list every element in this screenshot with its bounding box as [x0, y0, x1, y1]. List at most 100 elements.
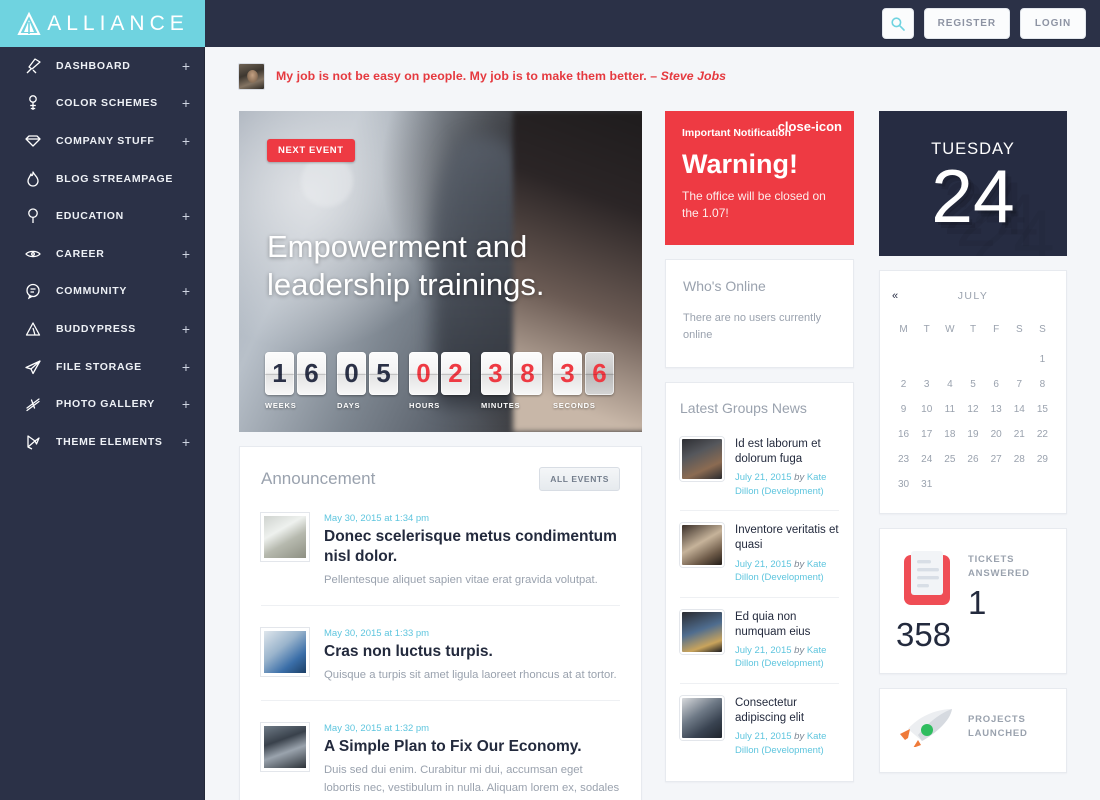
calendar-day-cell[interactable]: 19 [961, 422, 984, 447]
calendar-day-cell[interactable]: 26 [961, 447, 984, 472]
calendar-week-row: 2 3 4 5 6 7 8 [892, 372, 1054, 397]
quote-body: My job is not be easy on people. My job … [276, 69, 661, 83]
calendar-day-cell[interactable]: 23 [892, 447, 915, 472]
calendar-day-cell[interactable] [915, 347, 938, 372]
calendar-day-cell[interactable] [961, 472, 984, 497]
calendar-day-cell[interactable]: 12 [961, 397, 984, 422]
sidebar-item-company-stuff[interactable]: COMPANY STUFF + [0, 122, 204, 160]
page-title: Announcement [261, 469, 376, 488]
news-title[interactable]: Id est laborum et dolorum fuga [735, 437, 839, 467]
calendar-day-cell[interactable]: 5 [961, 372, 984, 397]
calendar-day-cell[interactable]: 2 [892, 372, 915, 397]
calendar-day-cell[interactable]: 21 [1008, 422, 1031, 447]
sidebar-item-photo-gallery[interactable]: PHOTO GALLERY + [0, 385, 204, 423]
calendar-day-cell[interactable]: 28 [1008, 447, 1031, 472]
calendar-day-cell[interactable]: 4 [938, 372, 961, 397]
sidebar-item-theme-elements[interactable]: THEME ELEMENTS + [0, 423, 204, 461]
notepad-icon [896, 547, 958, 614]
calendar-day-cell[interactable]: 3 [915, 372, 938, 397]
calendar-day-cell[interactable]: 15 [1031, 397, 1054, 422]
calendar-day-cell[interactable]: 14 [1008, 397, 1031, 422]
calendar-day-cell[interactable] [1008, 472, 1031, 497]
calendar-day-cell[interactable]: 24 [915, 447, 938, 472]
calendar-day-cell[interactable]: 7 [1008, 372, 1031, 397]
expander-icon[interactable]: + [182, 435, 190, 449]
calendar-day-cell[interactable]: 27 [985, 447, 1008, 472]
calendar-day-cell[interactable] [1031, 472, 1054, 497]
news-title[interactable]: Ed quia non numquam eius [735, 610, 839, 640]
announcement-item[interactable]: May 30, 2015 at 1:34 pm Donec scelerisqu… [261, 491, 620, 607]
sidebar-item-buddypress[interactable]: BUDDYPRESS + [0, 310, 204, 348]
calendar-day-cell[interactable]: 8 [1031, 372, 1054, 397]
calendar-day-cell[interactable]: 9 [892, 397, 915, 422]
calendar-day-cell[interactable] [985, 347, 1008, 372]
post-title[interactable]: Cras non luctus turpis. [324, 642, 620, 662]
calendar-day-cell[interactable]: 25 [938, 447, 961, 472]
calendar-day-cell[interactable]: 17 [915, 422, 938, 447]
list-item[interactable]: Ed quia non numquam eius July 21, 2015 b… [680, 598, 839, 684]
sidebar-item-education[interactable]: EDUCATION + [0, 197, 204, 235]
calendar-weekday-row: M T W T F S S [892, 317, 1054, 347]
expander-icon[interactable]: + [182, 134, 190, 148]
expander-icon[interactable]: + [182, 397, 190, 411]
all-events-button[interactable]: ALL EVENTS [539, 467, 620, 491]
calendar-day-cell[interactable]: 18 [938, 422, 961, 447]
close-icon[interactable]: close-icon [778, 120, 842, 133]
projects-launched-panel: PROJECTS LAUNCHED [879, 687, 1067, 773]
calendar-day-cell[interactable]: 22 [1031, 422, 1054, 447]
calendar-day-cell[interactable]: 31 [915, 472, 938, 497]
brand-logo[interactable]: ALLIANCE [0, 0, 205, 47]
calendar-day-cell[interactable] [1008, 347, 1031, 372]
calendar-day-cell[interactable] [961, 347, 984, 372]
expander-icon[interactable]: + [182, 96, 190, 110]
expander-icon[interactable]: + [182, 360, 190, 374]
sidebar-item-label: DASHBOARD [56, 59, 131, 72]
login-button[interactable]: LOGIN [1020, 8, 1086, 39]
expander-icon[interactable]: + [182, 322, 190, 336]
brand-name: ALLIANCE [47, 12, 189, 35]
sidebar-item-community[interactable]: COMMUNITY + [0, 273, 204, 311]
list-item[interactable]: Id est laborum et dolorum fuga July 21, … [680, 425, 839, 512]
expander-icon[interactable]: + [182, 59, 190, 73]
calendar-week-row: 1 [892, 347, 1054, 372]
register-button[interactable]: REGISTER [923, 8, 1010, 39]
calendar-day-cell[interactable]: 11 [938, 397, 961, 422]
calendar-day-cell[interactable]: 16 [892, 422, 915, 447]
sidebar-item-label: PHOTO GALLERY [56, 398, 155, 411]
news-title[interactable]: Inventore veritatis et quasi [735, 523, 839, 553]
news-title[interactable]: Consectetur adipiscing elit [735, 696, 839, 726]
calendar-weekday-header: S [1039, 324, 1046, 335]
sidebar-item-color-schemes[interactable]: COLOR SCHEMES + [0, 85, 204, 123]
announcement-item[interactable]: May 30, 2015 at 1:33 pm Cras non luctus … [261, 606, 620, 702]
expander-icon[interactable]: + [182, 247, 190, 261]
calendar-day-cell[interactable] [892, 347, 915, 372]
calendar-day-cell[interactable] [938, 347, 961, 372]
sidebar-item-career[interactable]: CAREER + [0, 235, 204, 273]
sidebar-item-blog-streampage[interactable]: BLOG STREAMPAGE [0, 160, 204, 198]
countdown-digit: 6 [297, 352, 326, 395]
calendar-day-cell[interactable]: 10 [915, 397, 938, 422]
post-title[interactable]: A Simple Plan to Fix Our Economy. [324, 737, 620, 757]
expander-icon[interactable]: + [182, 209, 190, 223]
list-item[interactable]: Inventore veritatis et quasi July 21, 20… [680, 511, 839, 598]
search-button[interactable] [881, 8, 914, 39]
hero-banner[interactable]: NEXT EVENT Empowerment and leadership tr… [239, 111, 642, 432]
calendar-day-cell[interactable] [938, 472, 961, 497]
calendar-day-cell[interactable]: 13 [985, 397, 1008, 422]
calendar-day-cell[interactable]: 20 [985, 422, 1008, 447]
calendar-day-cell[interactable]: 30 [892, 472, 915, 497]
list-item[interactable]: Consectetur adipiscing elit July 21, 201… [680, 684, 839, 769]
calendar-day-cell[interactable]: 1 [1031, 347, 1054, 372]
countdown-timer: 1 6 WEEKS 0 5 DAYS 0 2 HOURS 3 8 MINUTES… [265, 352, 614, 410]
sidebar-item-file-storage[interactable]: FILE STORAGE + [0, 348, 204, 386]
alliance-logo-icon [17, 11, 41, 35]
calendar-day-cell[interactable] [985, 472, 1008, 497]
expander-icon[interactable]: + [182, 284, 190, 298]
announcement-item[interactable]: May 30, 2015 at 1:32 pm A Simple Plan to… [261, 701, 620, 800]
calendar-day-cell[interactable]: 29 [1031, 447, 1054, 472]
sidebar-item-dashboard[interactable]: DASHBOARD + [0, 47, 204, 85]
diamond-icon [22, 130, 44, 152]
post-title[interactable]: Donec scelerisque metus condimentum nisl… [324, 527, 620, 567]
countdown-digit: 8 [513, 352, 542, 395]
calendar-day-cell[interactable]: 6 [985, 372, 1008, 397]
